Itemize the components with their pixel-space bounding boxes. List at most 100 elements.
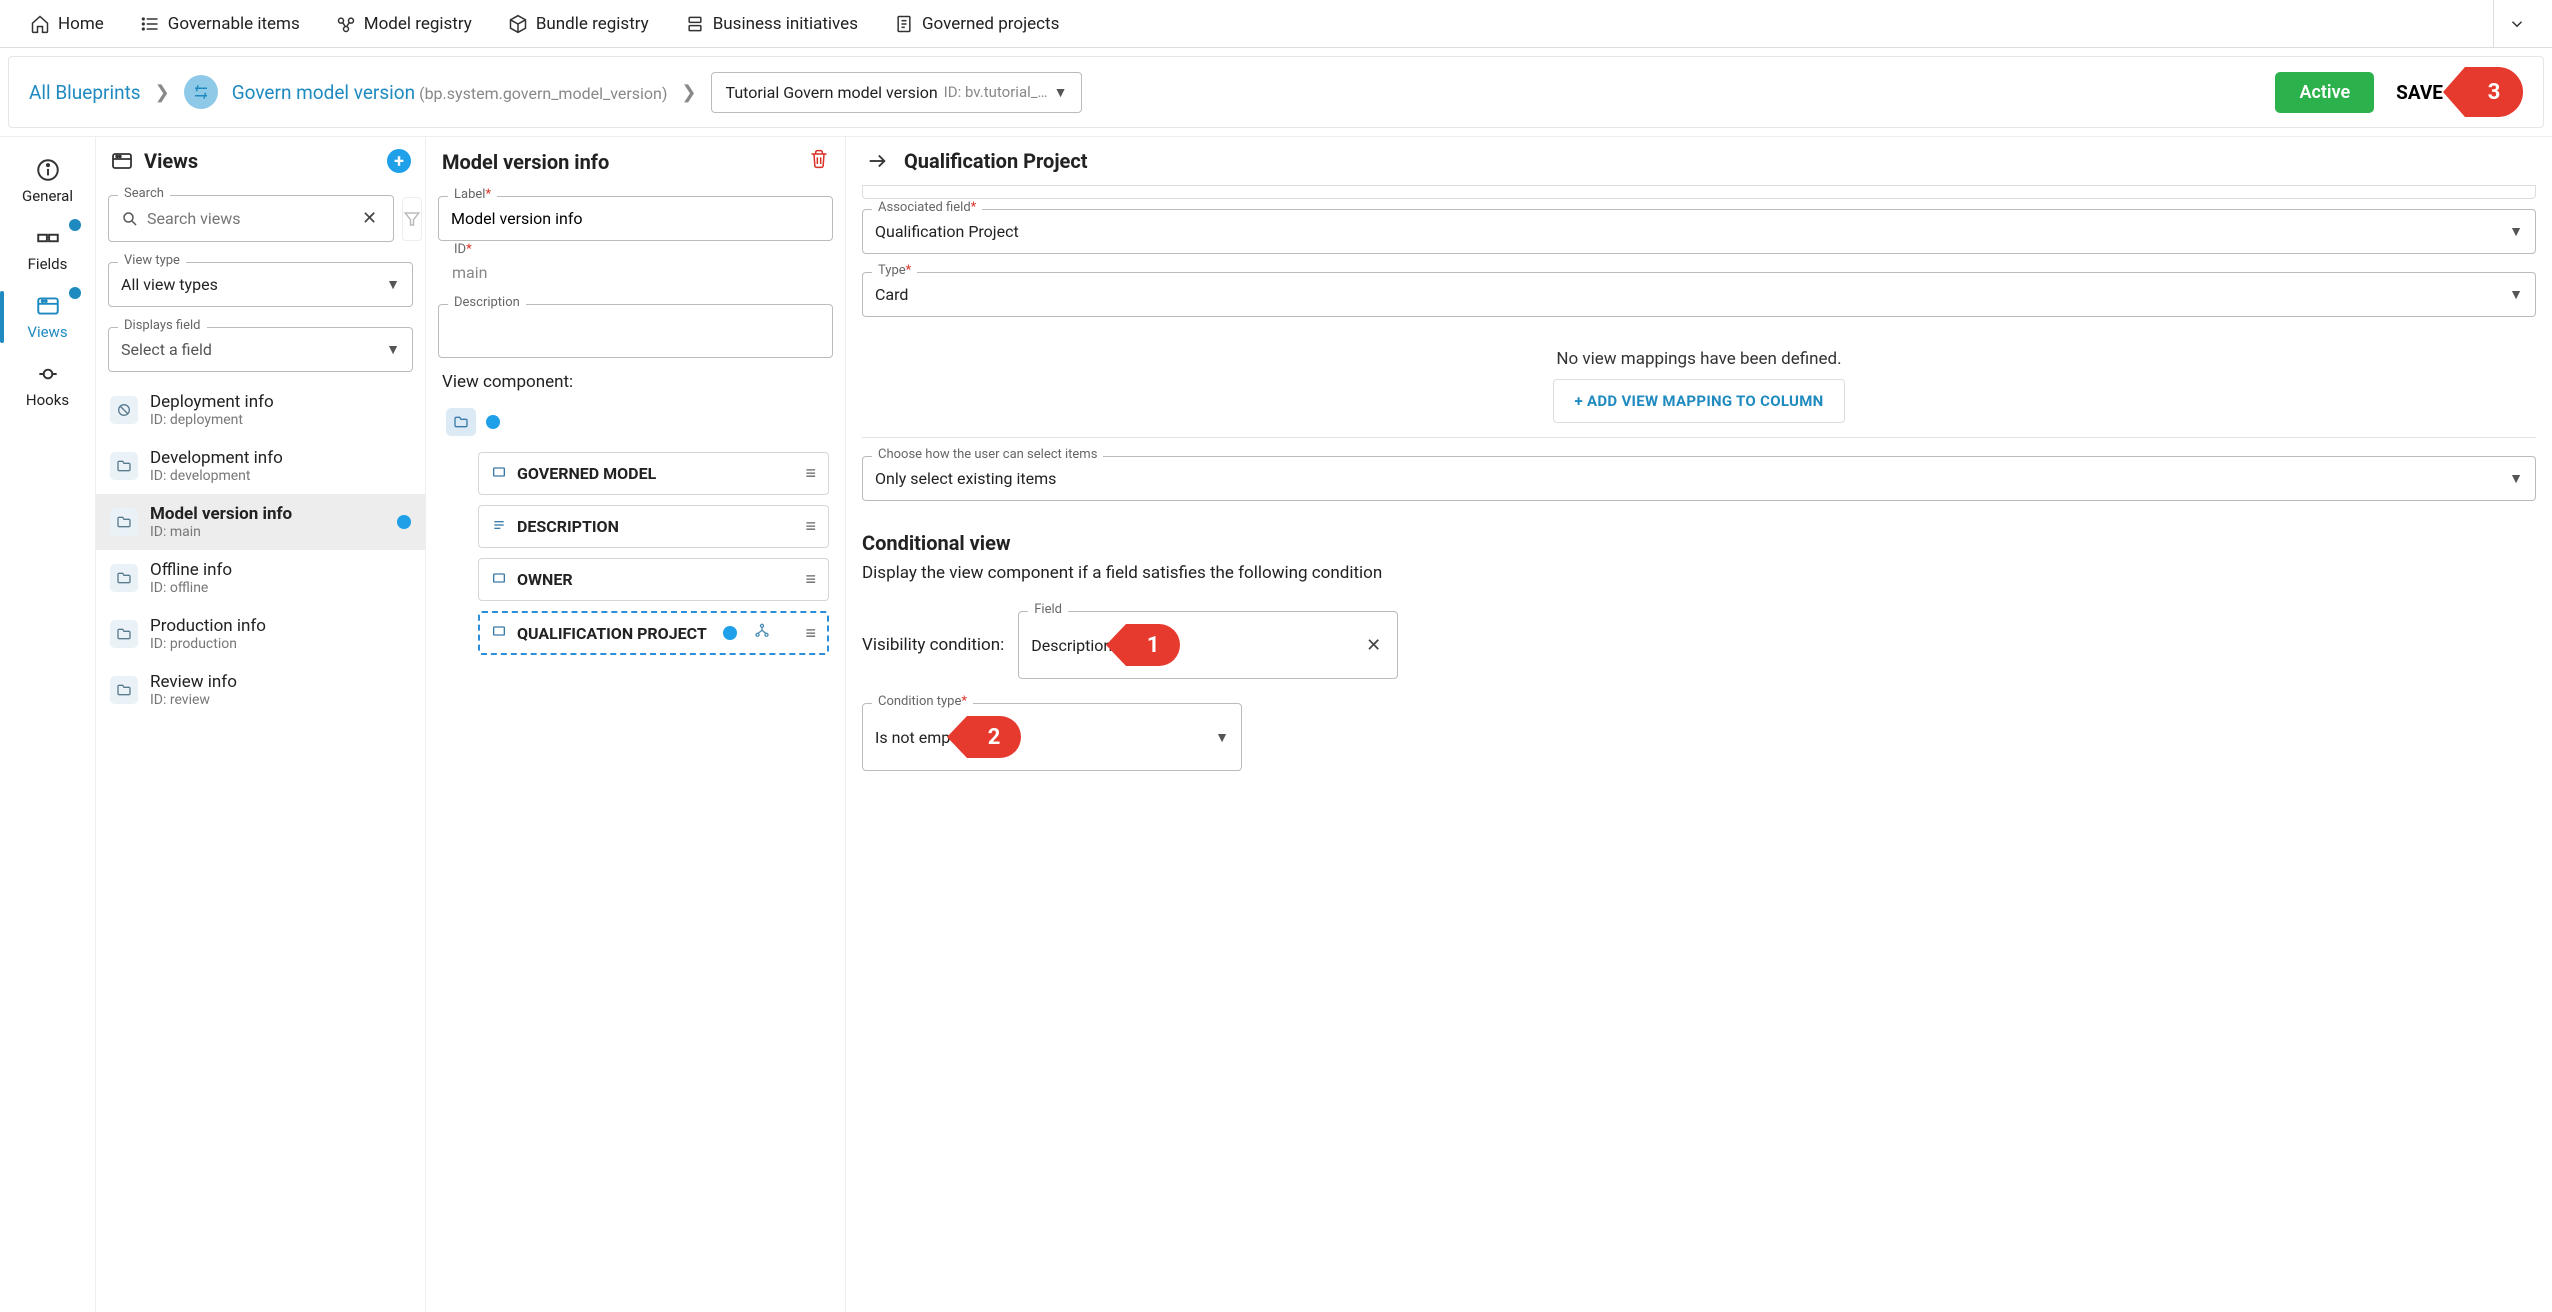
callout-2: 2 <box>967 716 1021 758</box>
stack-icon <box>685 14 705 34</box>
breadcrumb-root[interactable]: All Blueprints <box>29 81 141 104</box>
nav-governed-label: Governed projects <box>922 14 1059 34</box>
viewtype-select[interactable]: All view types ▼ <box>108 262 413 307</box>
save-button[interactable]: SAVE <box>2388 71 2451 114</box>
modified-dot-icon <box>486 415 500 429</box>
drag-handle-icon[interactable]: ≡ <box>805 623 816 644</box>
clear-search-icon[interactable]: ✕ <box>358 208 381 229</box>
tab-hooks[interactable]: Hooks <box>0 351 95 419</box>
view-item-production[interactable]: Production infoID: production <box>96 606 425 662</box>
nav-governable-label: Governable items <box>168 14 300 34</box>
tab-fields[interactable]: Fields <box>0 215 95 283</box>
modified-dot-icon <box>723 626 737 640</box>
view-item-title: Model version info <box>150 504 292 524</box>
search-icon <box>121 210 139 228</box>
assoc-field-select[interactable]: Qualification Project ▼ <box>862 209 2536 254</box>
card-icon <box>491 464 507 484</box>
component-label: GOVERNED MODEL <box>517 464 656 483</box>
component-label: OWNER <box>517 570 573 589</box>
desc-input[interactable] <box>451 322 820 341</box>
caret-down-icon: ▼ <box>386 276 400 293</box>
card-icon <box>491 623 507 643</box>
visibility-field-select[interactable]: Description 1 ✕ <box>1018 611 1398 679</box>
type-select[interactable]: Card ▼ <box>862 272 2536 317</box>
select-value: Only select existing items <box>875 469 1056 488</box>
hooks-icon <box>35 361 61 387</box>
views-panel-title: Views <box>144 149 198 173</box>
component-owner[interactable]: OWNER ≡ <box>478 558 829 601</box>
drag-handle-icon[interactable]: ≡ <box>805 569 816 590</box>
drag-handle-icon[interactable]: ≡ <box>805 463 816 484</box>
nav-expand[interactable] <box>2493 0 2540 47</box>
view-item-sub: ID: production <box>150 636 266 652</box>
callout-1: 1 <box>1126 624 1180 666</box>
nav-bundle-registry[interactable]: Bundle registry <box>490 0 667 47</box>
view-item-title: Review info <box>150 672 237 692</box>
nav-business-initiatives[interactable]: Business initiatives <box>667 0 876 47</box>
displays-select[interactable]: Select a field ▼ <box>108 327 413 372</box>
chevron-down-icon <box>2508 15 2526 33</box>
clear-field-icon[interactable]: ✕ <box>1362 635 1385 656</box>
modified-dot-icon <box>397 515 411 529</box>
nav-governed-projects[interactable]: Governed projects <box>876 0 1077 47</box>
nav-home[interactable]: Home <box>12 0 122 47</box>
nav-model-registry[interactable]: Model registry <box>318 0 490 47</box>
text-icon <box>491 517 507 537</box>
tab-views[interactable]: Views <box>0 283 95 351</box>
component-qualification-project[interactable]: QUALIFICATION PROJECT ≡ <box>478 611 829 655</box>
nav-business-label: Business initiatives <box>713 14 858 34</box>
conditional-view-heading: Conditional view <box>862 525 2536 563</box>
select-mode-select[interactable]: Only select existing items ▼ <box>862 456 2536 501</box>
view-item-deployment[interactable]: Deployment infoID: deployment <box>96 382 425 438</box>
component-governed-model[interactable]: GOVERNED MODEL ≡ <box>478 452 829 495</box>
trash-icon <box>809 149 829 169</box>
view-item-development[interactable]: Development infoID: development <box>96 438 425 494</box>
view-item-sub: ID: deployment <box>150 412 274 428</box>
breadcrumb-bp[interactable]: Govern model version (bp.system.govern_m… <box>232 81 668 104</box>
center-header: Model version info <box>426 137 845 186</box>
breadcrumb-bp-id: (bp.system.govern_model_version) <box>419 84 667 103</box>
view-item-main[interactable]: Model version infoID: main <box>96 494 425 550</box>
delete-button[interactable] <box>809 149 829 174</box>
id-readonly: main <box>438 251 833 294</box>
condtype-legend: Condition type* <box>872 694 973 709</box>
search-input[interactable] <box>147 209 350 228</box>
tab-general[interactable]: General <box>0 147 95 215</box>
view-item-review[interactable]: Review infoID: review <box>96 662 425 718</box>
label-input[interactable] <box>451 209 820 228</box>
view-item-offline[interactable]: Offline infoID: offline <box>96 550 425 606</box>
active-button[interactable]: Active <box>2275 72 2374 113</box>
info-icon <box>35 157 61 183</box>
nav-model-label: Model registry <box>364 14 472 34</box>
component-label: DESCRIPTION <box>517 517 619 536</box>
drag-handle-icon[interactable]: ≡ <box>805 516 816 537</box>
model-icon <box>336 14 356 34</box>
fields-icon <box>35 225 61 251</box>
main-layout: General Fields Views Hooks Views + Searc… <box>0 136 2552 1312</box>
views-header-icon <box>110 149 134 173</box>
assoc-value: Qualification Project <box>875 222 1019 241</box>
tab-hooks-label: Hooks <box>26 391 69 409</box>
desc-legend: Description <box>448 295 526 310</box>
filter-button[interactable] <box>402 197 422 241</box>
tab-general-label: General <box>22 187 73 205</box>
nav-governable-items[interactable]: Governable items <box>122 0 318 47</box>
list-icon <box>140 14 160 34</box>
arrow-right-icon <box>866 150 888 172</box>
chevron-right-icon: ❯ <box>681 82 696 103</box>
component-root[interactable] <box>442 402 829 442</box>
views-list: Deployment infoID: deployment Developmen… <box>96 382 425 718</box>
field-legend: Field <box>1028 602 1068 617</box>
add-view-button[interactable]: + <box>387 149 411 173</box>
right-title: Qualification Project <box>904 149 1088 173</box>
component-description[interactable]: DESCRIPTION ≡ <box>478 505 829 548</box>
caret-down-icon: ▼ <box>2509 470 2523 487</box>
chevron-right-icon: ❯ <box>155 82 170 103</box>
modified-dot-icon <box>69 219 81 231</box>
collapsed-field-stub <box>862 185 2536 199</box>
no-mappings-text: No view mappings have been defined. <box>862 335 2536 379</box>
add-view-mapping-button[interactable]: + ADD VIEW MAPPING TO COLUMN <box>1553 379 1844 423</box>
version-select[interactable]: Tutorial Govern model version ID: bv.tut… <box>711 72 1083 113</box>
condition-type-select[interactable]: Is not empty 2 ▼ <box>862 703 1242 771</box>
caret-down-icon: ▼ <box>1054 84 1068 101</box>
